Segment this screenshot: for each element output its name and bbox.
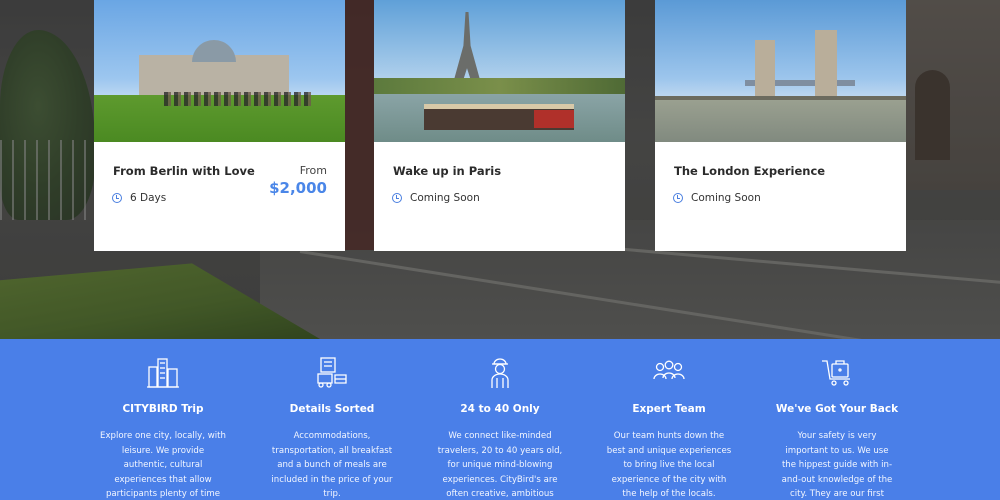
feature-description: Our team hunts down the best and unique … — [606, 431, 732, 499]
clock-icon — [392, 193, 402, 203]
clock-icon — [673, 193, 683, 203]
feature-title: Details Sorted — [289, 403, 375, 415]
tour-photo-london[interactable] — [655, 0, 906, 142]
tour-title[interactable]: Wake up in Paris — [393, 164, 501, 178]
feature-description: Accommodations, transportation, all brea… — [271, 431, 393, 499]
feature-citybird-trip: CITYBIRD Trip Explore one city, locally,… — [78, 339, 248, 500]
feature-title: We've Got Your Back — [775, 403, 899, 415]
tour-card-paris[interactable]: Wake up in Paris Coming Soon — [374, 0, 625, 251]
tour-title[interactable]: From Berlin with Love — [113, 164, 255, 178]
luggage-icon — [820, 355, 854, 389]
price-from-label: From — [299, 164, 327, 177]
tour-photo-berlin[interactable] — [94, 0, 345, 142]
feature-safety: We've Got Your Back Your safety is very … — [752, 339, 922, 500]
tour-status-text: Coming Soon — [691, 192, 761, 204]
feature-title: 24 to 40 Only — [460, 403, 540, 415]
bridge-tower — [815, 30, 837, 100]
tour-photo-paris[interactable] — [374, 0, 625, 142]
clock-icon — [112, 193, 122, 203]
feature-description: We connect like-minded travelers, 20 to … — [437, 431, 563, 499]
tour-duration-text: 6 Days — [130, 192, 167, 204]
tour-status-text: Coming Soon — [410, 192, 480, 204]
feature-age-range: 24 to 40 Only We connect like-minded tra… — [415, 339, 585, 500]
tour-title[interactable]: The London Experience — [674, 164, 825, 178]
team-icon — [652, 355, 686, 389]
buildings-icon — [146, 355, 180, 389]
features-section: CITYBIRD Trip Explore one city, locally,… — [0, 339, 1000, 500]
tour-card-london[interactable]: The London Experience Coming Soon — [655, 0, 906, 251]
feature-title: CITYBIRD Trip — [122, 403, 204, 415]
tour-status: Coming Soon — [673, 192, 761, 204]
feature-description: Your safety is very important to us. We … — [781, 431, 893, 499]
traveler-icon — [483, 355, 517, 389]
tour-card-berlin[interactable]: From Berlin with Love 6 Days From $2,000 — [94, 0, 345, 251]
itinerary-icon — [315, 355, 349, 389]
bridge-tower — [755, 40, 775, 100]
feature-title: Expert Team — [632, 403, 706, 415]
feature-description: Explore one city, locally, with leisure.… — [100, 431, 226, 499]
feature-details-sorted: Details Sorted Accommodations, transport… — [247, 339, 417, 500]
tour-status: Coming Soon — [392, 192, 480, 204]
tour-price: $2,000 — [269, 179, 327, 197]
tour-duration: 6 Days — [112, 192, 166, 204]
feature-expert-team: Expert Team Our team hunts down the best… — [584, 339, 754, 500]
